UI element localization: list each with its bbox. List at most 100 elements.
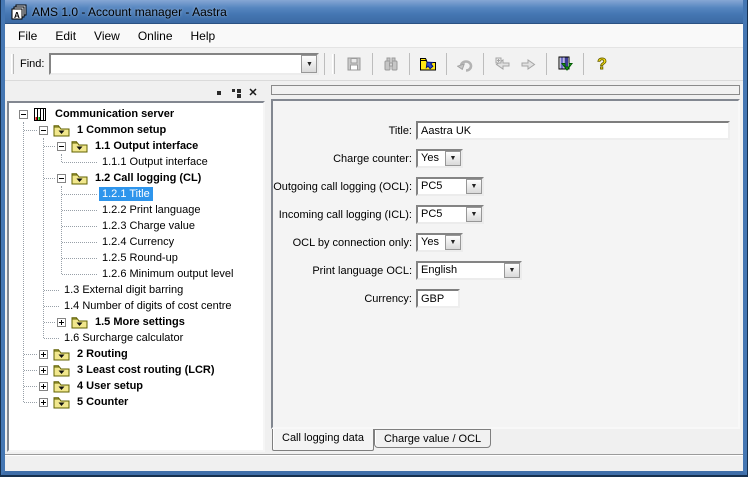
form-row: Currency: <box>273 289 738 308</box>
toolbar-grip[interactable] <box>11 54 14 74</box>
currency-input[interactable] <box>416 289 460 308</box>
toolbar-separator <box>446 53 447 75</box>
menu-view[interactable]: View <box>85 26 129 46</box>
help-button[interactable]: ? <box>589 52 615 76</box>
insert-before-button[interactable] <box>489 52 515 76</box>
expand-icon[interactable] <box>39 398 48 407</box>
tree-item-1-1-1-output-interface[interactable]: 1.1.1 Output interface <box>9 154 263 170</box>
incoming-call-logging-select[interactable]: PC5 ▼ <box>416 205 484 224</box>
collapse-icon[interactable] <box>39 126 48 135</box>
insert-after-icon <box>520 56 537 72</box>
print-language-ocl-select[interactable]: English ▼ <box>416 261 522 280</box>
incoming-call-logging-label: Incoming call logging (ICL): <box>273 209 416 221</box>
title-input[interactable] <box>416 121 730 140</box>
undo-button[interactable] <box>452 52 478 76</box>
toolbar: Find: ▼ <box>5 48 743 81</box>
close-panel-icon[interactable]: ✕ <box>248 88 258 98</box>
tab-call-logging-data[interactable]: Call logging data <box>272 429 374 451</box>
toolbar-separator <box>324 53 325 75</box>
call-logging-data-page: Title: Charge counter: Yes ▼ Outgoing ca… <box>271 99 740 429</box>
find-dropdown-button[interactable]: ▼ <box>301 55 317 73</box>
form-row: Incoming call logging (ICL): PC5 ▼ <box>273 205 738 224</box>
folder-icon <box>53 348 70 361</box>
folder-icon <box>53 364 70 377</box>
open-parent-folder-button[interactable] <box>415 52 441 76</box>
svg-text:?: ? <box>598 56 608 73</box>
tree-item-5-counter[interactable]: 5 Counter <box>9 394 263 410</box>
export-button[interactable] <box>552 52 578 76</box>
tree-item-1-common-setup[interactable]: 1 Common setup <box>9 122 263 138</box>
open-parent-folder-icon <box>419 56 437 72</box>
outgoing-call-logging-select[interactable]: PC5 ▼ <box>416 177 484 196</box>
tree-item-1-3-external-digit-barring[interactable]: 1.3 External digit barring <box>9 282 263 298</box>
folder-icon <box>53 124 70 137</box>
float-panel-icon[interactable] <box>231 88 241 98</box>
menu-bar: File Edit View Online Help <box>5 24 743 48</box>
find-label: Find: <box>20 58 44 70</box>
help-icon: ? <box>595 56 609 73</box>
save-icon <box>346 56 362 72</box>
form-row: Outgoing call logging (OCL): PC5 ▼ <box>273 177 738 196</box>
save-button[interactable] <box>341 52 367 76</box>
collapse-icon[interactable] <box>19 110 28 119</box>
expand-icon[interactable] <box>39 350 48 359</box>
collapse-icon[interactable] <box>57 174 66 183</box>
detail-panel: Title: Charge counter: Yes ▼ Outgoing ca… <box>271 85 741 452</box>
print-language-ocl-label: Print language OCL: <box>273 265 416 277</box>
currency-label: Currency: <box>273 293 416 305</box>
tree-item-1-5-more-settings[interactable]: 1.5 More settings <box>9 314 263 330</box>
expand-icon[interactable] <box>39 366 48 375</box>
expand-icon[interactable] <box>39 382 48 391</box>
tree-item-1-2-2-print-language[interactable]: 1.2.2 Print language <box>9 202 263 218</box>
svg-text:A: A <box>14 11 20 20</box>
tree-item-4-user-setup[interactable]: 4 User setup <box>9 378 263 394</box>
call-logging-form: Title: Charge counter: Yes ▼ Outgoing ca… <box>273 101 738 308</box>
insert-after-button[interactable] <box>515 52 541 76</box>
form-row: Title: <box>273 121 738 140</box>
form-row: Charge counter: Yes ▼ <box>273 149 738 168</box>
tree-item-1-2-3-charge-value[interactable]: 1.2.3 Charge value <box>9 218 263 234</box>
tree-item-3-least-cost-routing[interactable]: 3 Least cost routing (LCR) <box>9 362 263 378</box>
toolbar-separator <box>583 53 584 75</box>
chevron-down-icon[interactable]: ▼ <box>445 151 461 166</box>
chevron-down-icon[interactable]: ▼ <box>466 207 482 222</box>
expand-icon[interactable] <box>57 318 66 327</box>
form-row: Print language OCL: English ▼ <box>273 261 738 280</box>
menu-online[interactable]: Online <box>129 26 182 46</box>
tree-item-1-2-call-logging[interactable]: 1.2 Call logging (CL) <box>9 170 263 186</box>
find-combobox[interactable]: ▼ <box>49 53 319 75</box>
chevron-down-icon[interactable]: ▼ <box>466 179 482 194</box>
main-area: ✕ Communication server <box>5 81 743 454</box>
collapse-icon[interactable] <box>57 142 66 151</box>
toolbar-grip <box>332 54 335 74</box>
chevron-down-icon[interactable]: ▼ <box>445 235 461 250</box>
find-next-button[interactable] <box>378 52 404 76</box>
menu-file[interactable]: File <box>9 26 46 46</box>
tree-item-1-2-5-round-up[interactable]: 1.2.5 Round-up <box>9 250 263 266</box>
charge-counter-select[interactable]: Yes ▼ <box>416 149 463 168</box>
toolbar-separator <box>409 53 410 75</box>
tree-item-communication-server[interactable]: Communication server <box>9 106 263 122</box>
find-input[interactable] <box>51 55 301 73</box>
chevron-down-icon[interactable]: ▼ <box>504 263 520 278</box>
tree-item-1-2-6-minimum-output-level[interactable]: 1.2.6 Minimum output level <box>9 266 263 282</box>
server-icon <box>33 107 48 122</box>
tree-item-2-routing[interactable]: 2 Routing <box>9 346 263 362</box>
status-bar <box>5 454 743 471</box>
tab-charge-value-ocl[interactable]: Charge value / OCL <box>374 429 491 448</box>
minimize-panel-icon[interactable] <box>214 88 224 98</box>
insert-before-icon <box>494 56 511 72</box>
menu-help[interactable]: Help <box>182 26 225 46</box>
tree-item-1-4-number-of-digits[interactable]: 1.4 Number of digits of cost centre <box>9 298 263 314</box>
export-download-icon <box>556 56 574 72</box>
tree-item-1-6-surcharge-calculator[interactable]: 1.6 Surcharge calculator <box>9 330 263 346</box>
tree-item-1-1-output-interface[interactable]: 1.1 Output interface <box>9 138 263 154</box>
ocl-by-connection-only-select[interactable]: Yes ▼ <box>416 233 463 252</box>
undo-icon <box>457 56 473 72</box>
menu-edit[interactable]: Edit <box>46 26 85 46</box>
tree-item-1-2-1-title[interactable]: 1.2.1 Title <box>9 186 263 202</box>
outgoing-call-logging-label: Outgoing call logging (OCL): <box>273 181 416 193</box>
tree-item-1-2-4-currency[interactable]: 1.2.4 Currency <box>9 234 263 250</box>
folder-icon <box>71 140 88 153</box>
folder-icon <box>53 380 70 393</box>
